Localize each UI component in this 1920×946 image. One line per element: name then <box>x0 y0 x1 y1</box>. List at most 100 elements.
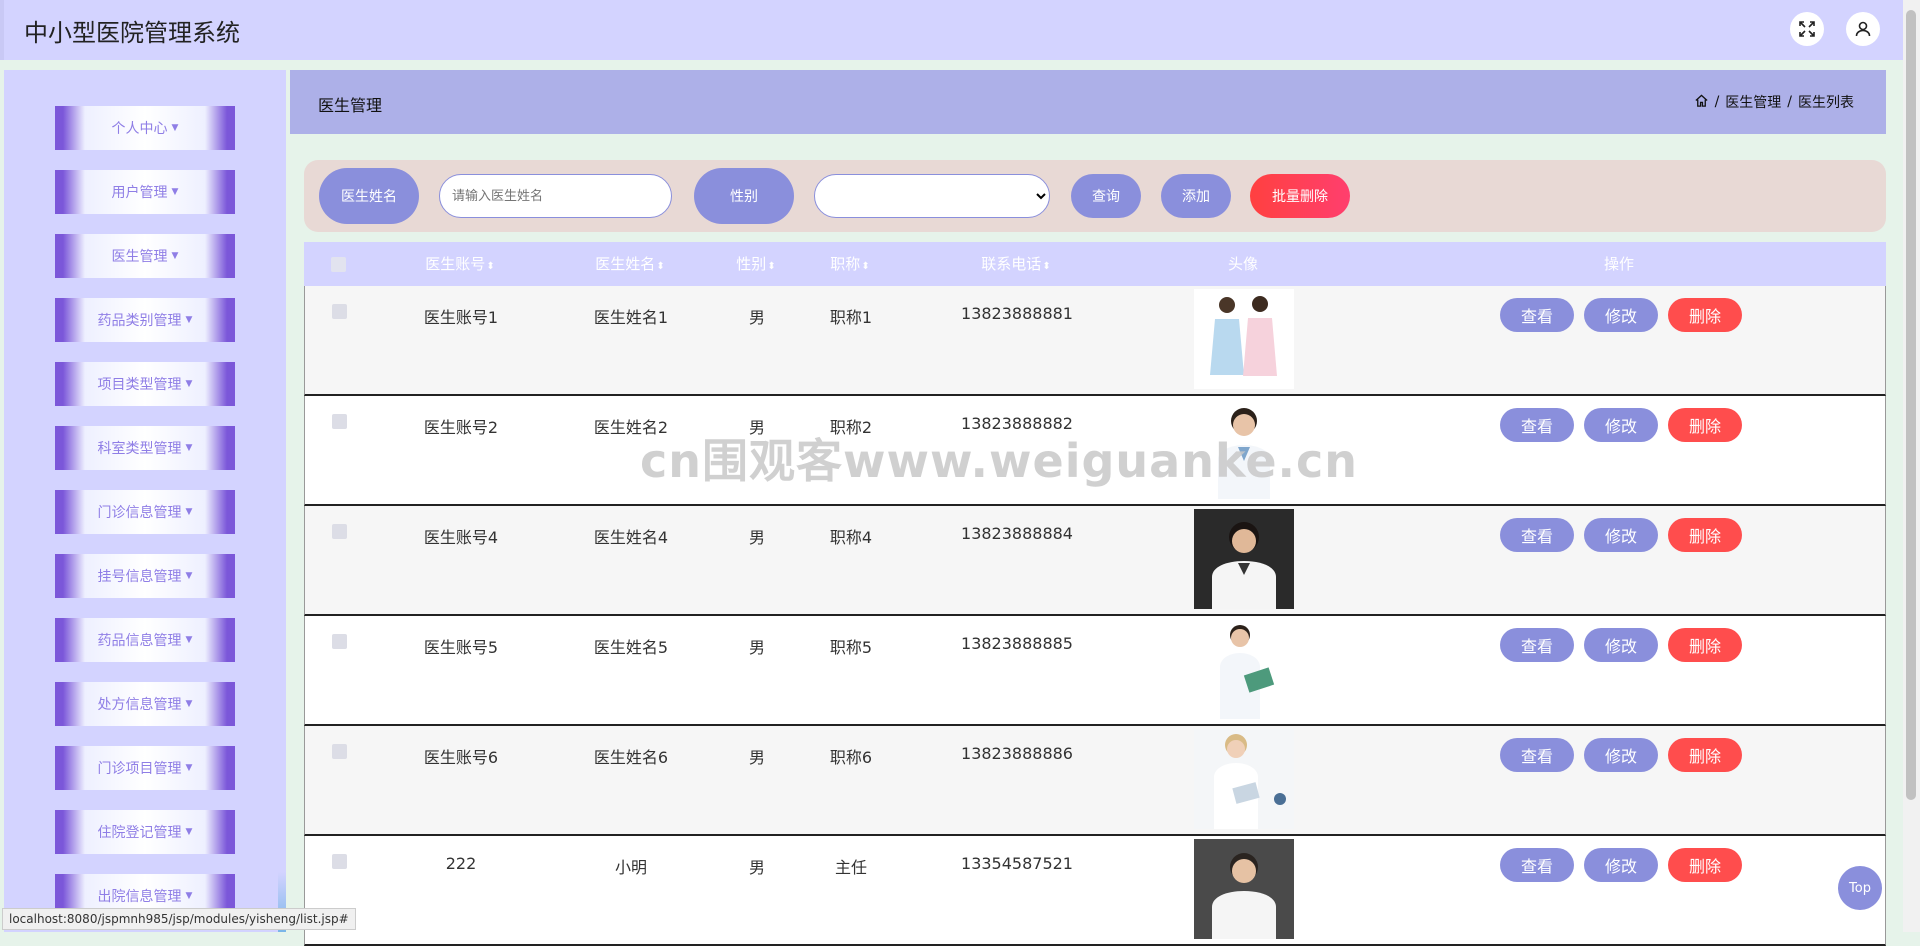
sidebar-item-project-types[interactable]: 项目类型管理 ▼ <box>55 362 235 406</box>
column-header-phone[interactable]: 联系电话⬍ <box>981 242 1050 286</box>
cell-phone: 13823888884 <box>961 524 1073 543</box>
select-all-checkbox[interactable] <box>331 257 346 272</box>
sidebar-item-drug-info[interactable]: 药品信息管理 ▼ <box>55 618 235 662</box>
cell-phone: 13823888886 <box>961 744 1073 763</box>
cell-phone: 13823888885 <box>961 634 1073 653</box>
cell-gender: 男 <box>748 418 766 437</box>
scrollbar-thumb[interactable] <box>1906 10 1916 800</box>
sort-icon: ⬍ <box>1042 261 1051 272</box>
caret-down-icon: ▼ <box>185 827 193 837</box>
user-icon[interactable] <box>1846 12 1880 46</box>
row-checkbox[interactable] <box>332 524 347 539</box>
cell-title: 职称5 <box>829 638 873 657</box>
gender-select[interactable] <box>814 174 1050 218</box>
delete-button[interactable]: 删除 <box>1668 848 1742 882</box>
row-checkbox[interactable] <box>332 634 347 649</box>
sidebar-item-registration-info[interactable]: 挂号信息管理 ▼ <box>55 554 235 598</box>
edit-button[interactable]: 修改 <box>1584 848 1658 882</box>
caret-down-icon: ▼ <box>185 315 193 325</box>
column-header-account[interactable]: 医生账号⬍ <box>425 242 494 286</box>
cell-account: 医生账号5 <box>423 638 499 657</box>
fullscreen-icon[interactable] <box>1790 12 1824 46</box>
delete-button[interactable]: 删除 <box>1668 518 1742 552</box>
caret-down-icon: ▼ <box>171 251 179 261</box>
cell-name: 小明 <box>614 858 648 877</box>
caret-down-icon: ▼ <box>185 891 193 901</box>
row-checkbox[interactable] <box>332 414 347 429</box>
sidebar-item-personal-center[interactable]: 个人中心 ▼ <box>55 106 235 150</box>
delete-button[interactable]: 删除 <box>1668 628 1742 662</box>
column-header-title[interactable]: 职称⬍ <box>830 242 869 286</box>
sort-icon: ⬍ <box>861 261 870 272</box>
view-button[interactable]: 查看 <box>1500 628 1574 662</box>
delete-button[interactable]: 删除 <box>1668 298 1742 332</box>
cell-title: 职称6 <box>829 748 873 767</box>
table-row: 医生账号1 医生姓名1 男 职称1 13823888881 查看 修改 删除 <box>304 286 1886 396</box>
home-icon[interactable] <box>1694 93 1709 112</box>
cell-account: 医生账号4 <box>423 528 499 547</box>
doctor-name-label: 医生姓名 <box>319 168 419 224</box>
sidebar-item-outpatient-info[interactable]: 门诊信息管理 ▼ <box>55 490 235 534</box>
breadcrumb-doctor-list: 医生列表 <box>1798 95 1854 111</box>
view-button[interactable]: 查看 <box>1500 738 1574 772</box>
delete-button[interactable]: 删除 <box>1668 408 1742 442</box>
table-row: 医生账号5 医生姓名5 男 职称5 13823888885 查看 修改 删除 <box>304 616 1886 726</box>
doctor-avatar <box>1194 729 1294 829</box>
doctor-avatar <box>1194 509 1294 609</box>
sidebar-item-department-types[interactable]: 科室类型管理 ▼ <box>55 426 235 470</box>
sidebar-item-outpatient-projects[interactable]: 门诊项目管理 ▼ <box>55 746 235 790</box>
row-checkbox[interactable] <box>332 304 347 319</box>
view-button[interactable]: 查看 <box>1500 408 1574 442</box>
view-button[interactable]: 查看 <box>1500 518 1574 552</box>
breadcrumb-doctor-management[interactable]: 医生管理 <box>1725 92 1781 112</box>
table-body: 医生账号1 医生姓名1 男 职称1 13823888881 查看 修改 删除 医… <box>304 286 1886 946</box>
edit-button[interactable]: 修改 <box>1584 518 1658 552</box>
caret-down-icon: ▼ <box>171 187 179 197</box>
sidebar-item-doctors[interactable]: 医生管理 ▼ <box>55 234 235 278</box>
caret-down-icon: ▼ <box>185 379 193 389</box>
view-button[interactable]: 查看 <box>1500 298 1574 332</box>
cell-gender: 男 <box>748 748 766 767</box>
breadcrumb: / 医生管理 / 医生列表 <box>1694 92 1854 112</box>
cell-name: 医生姓名5 <box>593 638 669 657</box>
view-button[interactable]: 查看 <box>1500 848 1574 882</box>
batch-delete-button[interactable]: 批量删除 <box>1250 174 1350 218</box>
table-header: 医生账号⬍ 医生姓名⬍ 性别⬍ 职称⬍ 联系电话⬍ 头像 操作 <box>304 242 1886 286</box>
table-row: 医生账号4 医生姓名4 男 职称4 13823888884 查看 修改 删除 <box>304 506 1886 616</box>
delete-button[interactable]: 删除 <box>1668 738 1742 772</box>
add-button[interactable]: 添加 <box>1161 174 1231 218</box>
table-row: 医生账号6 医生姓名6 男 职称6 13823888886 查看 修改 删除 <box>304 726 1886 836</box>
doctor-name-input[interactable] <box>439 174 672 218</box>
edit-button[interactable]: 修改 <box>1584 408 1658 442</box>
caret-down-icon: ▼ <box>185 507 193 517</box>
cell-name: 医生姓名6 <box>593 748 669 767</box>
row-checkbox[interactable] <box>332 744 347 759</box>
table-row: 222 小明 男 主任 13354587521 查看 修改 删除 <box>304 836 1886 946</box>
cell-account: 医生账号1 <box>423 308 499 327</box>
caret-down-icon: ▼ <box>185 443 193 453</box>
cell-title: 职称1 <box>829 308 873 327</box>
edit-button[interactable]: 修改 <box>1584 738 1658 772</box>
sidebar: 个人中心 ▼ 用户管理 ▼ 医生管理 ▼ 药品类别管理 ▼ 项目类型管理 ▼ 科室类型管理… <box>4 70 286 932</box>
search-button[interactable]: 查询 <box>1071 174 1141 218</box>
gender-label: 性别 <box>694 168 794 224</box>
sidebar-item-drug-categories[interactable]: 药品类别管理 ▼ <box>55 298 235 342</box>
row-checkbox[interactable] <box>332 854 347 869</box>
sort-icon: ⬍ <box>767 261 776 272</box>
cell-account: 医生账号2 <box>423 418 499 437</box>
cell-account: 医生账号6 <box>423 748 499 767</box>
sidebar-item-admission[interactable]: 住院登记管理 ▼ <box>55 810 235 854</box>
cell-phone: 13823888881 <box>961 304 1073 323</box>
edit-button[interactable]: 修改 <box>1584 298 1658 332</box>
column-header-gender[interactable]: 性别⬍ <box>736 242 775 286</box>
sidebar-item-users[interactable]: 用户管理 ▼ <box>55 170 235 214</box>
column-header-name[interactable]: 医生姓名⬍ <box>595 242 664 286</box>
sidebar-item-prescription-info[interactable]: 处方信息管理 ▼ <box>55 682 235 726</box>
doctor-avatar <box>1194 839 1294 939</box>
edit-button[interactable]: 修改 <box>1584 628 1658 662</box>
caret-down-icon: ▼ <box>171 123 179 133</box>
cell-gender: 男 <box>748 638 766 657</box>
sort-icon: ⬍ <box>656 261 665 272</box>
back-to-top-button[interactable]: Top <box>1838 866 1882 910</box>
cell-title: 职称2 <box>829 418 873 437</box>
